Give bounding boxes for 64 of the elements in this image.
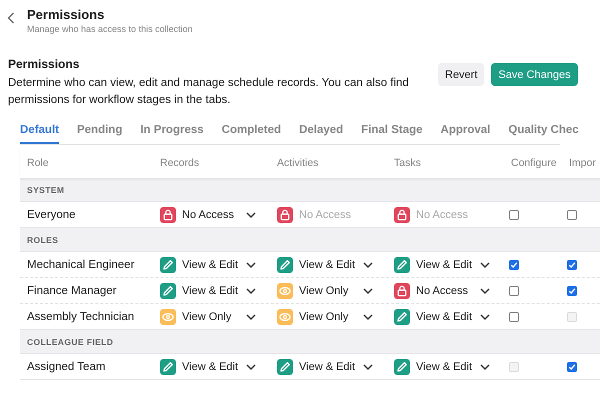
role-name: Assigned Team	[26, 360, 106, 372]
tab[interactable]: Quality Chec	[508, 117, 579, 144]
role-name: Finance Manager	[26, 284, 118, 296]
access-level[interactable]: View & Edit	[182, 284, 240, 296]
tab[interactable]: Final Stage	[361, 117, 423, 144]
chevron-down-icon[interactable]	[363, 288, 373, 294]
column-header: Impor	[568, 156, 597, 168]
group-header: COLLEAGUE FIELD	[20, 330, 600, 354]
chevron-down-icon[interactable]	[480, 262, 490, 268]
chevron-down-icon[interactable]	[480, 364, 490, 370]
back-icon[interactable]	[7, 12, 15, 24]
access-level: No Access	[416, 208, 469, 220]
column-header: Role	[26, 156, 50, 168]
chevron-down-icon[interactable]	[246, 364, 256, 370]
tab[interactable]: In Progress	[140, 117, 204, 144]
access-level[interactable]: View Only	[299, 284, 357, 296]
section-description: Determine who can view, edit and manage schedule records. You can also find permissions for workflow stages in the tabs.	[8, 76, 410, 108]
access-level[interactable]: View & Edit	[416, 310, 474, 322]
chevron-down-icon[interactable]	[363, 262, 373, 268]
checkbox[interactable]	[509, 210, 519, 220]
access-level[interactable]: View & Edit	[416, 258, 474, 270]
checkbox[interactable]	[567, 260, 577, 270]
column-header: Tasks	[393, 156, 422, 168]
tab[interactable]: Default	[20, 117, 59, 144]
chevron-down-icon[interactable]	[246, 212, 256, 218]
checkbox[interactable]	[509, 260, 519, 270]
access-level[interactable]: View & Edit	[416, 360, 474, 372]
group-header: SYSTEM	[20, 178, 600, 202]
access-level[interactable]: View & Edit	[299, 258, 357, 270]
chevron-down-icon[interactable]	[363, 364, 373, 370]
checkbox[interactable]	[509, 312, 519, 322]
column-header: Records	[159, 156, 200, 168]
chevron-down-icon[interactable]	[480, 314, 490, 320]
column-header: Activities	[276, 156, 320, 168]
chevron-down-icon[interactable]	[246, 262, 256, 268]
access-level[interactable]: View & Edit	[299, 360, 357, 372]
role-name: Assembly Technician	[26, 310, 136, 322]
page-subtitle: Manage who has access to this collection	[27, 24, 193, 34]
tab[interactable]: Delayed	[299, 117, 344, 144]
access-level[interactable]: No Access	[182, 208, 240, 220]
page-title: Permissions	[27, 7, 106, 22]
checkbox[interactable]	[509, 286, 519, 296]
access-level[interactable]: View & Edit	[182, 360, 240, 372]
role-name: Mechanical Engineer	[26, 258, 136, 270]
chevron-down-icon[interactable]	[480, 288, 490, 294]
access-level[interactable]: View Only	[299, 310, 357, 322]
checkbox[interactable]	[567, 210, 577, 220]
revert-button[interactable]: Revert	[438, 63, 484, 86]
section-title: Permissions	[8, 57, 80, 71]
checkbox[interactable]	[567, 362, 577, 372]
tab[interactable]: Completed	[222, 117, 282, 144]
chevron-down-icon[interactable]	[246, 288, 256, 294]
chevron-down-icon[interactable]	[246, 314, 256, 320]
access-level: No Access	[299, 208, 352, 220]
tab[interactable]: Pending	[76, 117, 122, 144]
role-name: Everyone	[26, 208, 77, 220]
access-level[interactable]: View Only	[182, 310, 240, 322]
group-header: ROLES	[20, 228, 600, 252]
checkbox[interactable]	[567, 286, 577, 296]
tab[interactable]: Approval	[440, 117, 490, 144]
chevron-down-icon[interactable]	[363, 314, 373, 320]
access-level[interactable]: No Access	[416, 284, 474, 296]
access-level[interactable]: View & Edit	[182, 258, 240, 270]
column-header: Configure	[510, 156, 558, 168]
